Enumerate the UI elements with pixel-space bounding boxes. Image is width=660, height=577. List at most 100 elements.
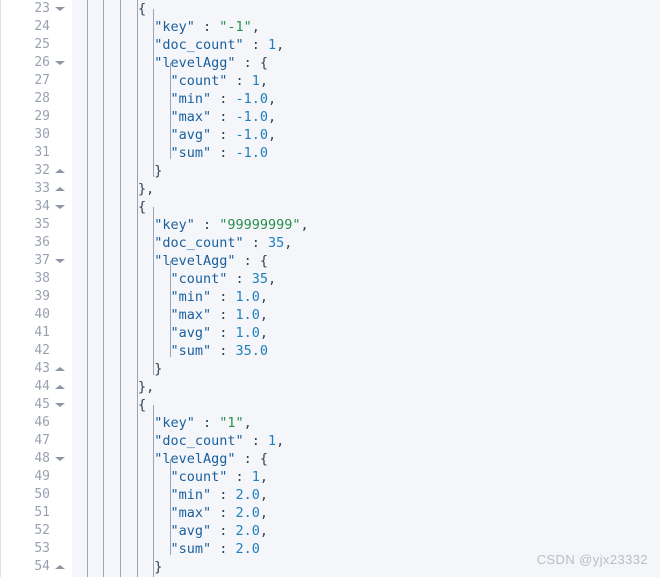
gutter-row[interactable]: 43 [0, 360, 72, 378]
gutter-row[interactable]: 51 [0, 504, 72, 522]
fold-expand-icon-line-54[interactable] [54, 558, 66, 576]
fold-expand-icon-line-33[interactable] [54, 180, 66, 198]
fold-collapse-icon-line-23[interactable] [54, 0, 66, 18]
code-line[interactable]: "min" : -1.0, [72, 90, 660, 108]
gutter-row[interactable]: 37 [0, 252, 72, 270]
code-line[interactable]: } [72, 360, 660, 378]
code-line-text: } [154, 558, 162, 576]
gutter-row[interactable]: 25 [0, 36, 72, 54]
code-line[interactable]: "max" : 2.0, [72, 504, 660, 522]
token-n: 2.0 [235, 523, 260, 539]
code-line[interactable]: }, [72, 180, 660, 198]
gutter-row[interactable]: 41 [0, 324, 72, 342]
code-line[interactable]: { [72, 198, 660, 216]
gutter-row[interactable]: 49 [0, 468, 72, 486]
gutter-row[interactable]: 34 [0, 198, 72, 216]
fold-collapse-icon-line-45[interactable] [54, 396, 66, 414]
code-lines[interactable]: {"key" : "-1", "doc_count" : 1, "levelAgg"… [72, 0, 660, 577]
gutter-row[interactable]: 38 [0, 270, 72, 288]
line-number-52: 52 [34, 523, 50, 538]
code-line[interactable]: "avg" : -1.0, [72, 126, 660, 144]
gutter-row[interactable]: 27 [0, 72, 72, 90]
code-area[interactable]: {"key" : "-1", "doc_count" : 1, "levelAgg"… [72, 0, 660, 577]
gutter-row[interactable]: 30 [0, 126, 72, 144]
gutter-row[interactable]: 23 [0, 0, 72, 18]
fold-collapse-icon-line-37[interactable] [54, 252, 66, 270]
fold-collapse-icon-line-26[interactable] [54, 54, 66, 72]
code-line-text: "min" : 1.0, [170, 288, 268, 306]
token-k: "avg" [170, 523, 212, 539]
line-number-30: 30 [34, 127, 50, 142]
gutter-row[interactable]: 46 [0, 414, 72, 432]
code-line[interactable]: "levelAgg" : { [72, 252, 660, 270]
code-line[interactable]: "key" : "99999999", [72, 216, 660, 234]
code-line[interactable]: "count" : 1, [72, 72, 660, 90]
code-line[interactable]: "min" : 1.0, [72, 288, 660, 306]
fold-expand-icon-line-44[interactable] [54, 378, 66, 396]
editor-gutter[interactable]: 23 24 25 26 27 28 29 30 31 32 33 34 35 36 37 38 39 40 41 42… [0, 0, 72, 577]
token-p: , [251, 19, 260, 35]
gutter-row[interactable]: 29 [0, 108, 72, 126]
gutter-row[interactable]: 24 [0, 18, 72, 36]
code-line[interactable]: "avg" : 2.0, [72, 522, 660, 540]
code-line[interactable]: "avg" : 1.0, [72, 324, 660, 342]
code-line[interactable]: "doc_count" : 35, [72, 234, 660, 252]
token-p: : [227, 271, 252, 287]
token-p: : [211, 127, 236, 143]
gutter-row[interactable]: 44 [0, 378, 72, 396]
code-line[interactable]: } [72, 162, 660, 180]
code-line[interactable]: "key" : "-1", [72, 18, 660, 36]
fold-collapse-icon-line-48[interactable] [54, 450, 66, 468]
gutter-row[interactable]: 40 [0, 306, 72, 324]
code-line[interactable]: "max" : 1.0, [72, 306, 660, 324]
token-k: "max" [170, 505, 212, 521]
fold-expand-icon-line-32[interactable] [54, 162, 66, 180]
json-code-editor[interactable]: {"key" : "-1", "doc_count" : 1, "levelAgg"… [0, 0, 660, 577]
gutter-row[interactable]: 33 [0, 180, 72, 198]
code-line[interactable]: "key" : "1", [72, 414, 660, 432]
gutter-row[interactable]: 31 [0, 144, 72, 162]
token-p: , [284, 235, 293, 251]
gutter-row[interactable]: 26 [0, 54, 72, 72]
code-line[interactable]: "count" : 35, [72, 270, 660, 288]
code-line[interactable]: "doc_count" : 1, [72, 36, 660, 54]
fold-expand-icon-line-43[interactable] [54, 360, 66, 378]
code-line-text: "count" : 1, [170, 468, 268, 486]
gutter-row[interactable]: 50 [0, 486, 72, 504]
gutter-row[interactable]: 47 [0, 432, 72, 450]
token-n: -1.0 [235, 109, 268, 125]
code-line[interactable]: { [72, 0, 660, 18]
token-k: "key" [154, 217, 195, 233]
gutter-row[interactable]: 54 [0, 558, 72, 576]
code-line[interactable]: { [72, 396, 660, 414]
code-line[interactable]: "sum" : 35.0 [72, 342, 660, 360]
token-p: , [259, 307, 268, 323]
token-p: : [194, 415, 220, 431]
code-line[interactable]: "max" : -1.0, [72, 108, 660, 126]
line-number-53: 53 [34, 541, 50, 556]
gutter-row[interactable]: 36 [0, 234, 72, 252]
line-number-25: 25 [34, 37, 50, 52]
code-line[interactable]: "doc_count" : 1, [72, 432, 660, 450]
gutter-row[interactable]: 42 [0, 342, 72, 360]
line-number-42: 42 [34, 343, 50, 358]
code-line[interactable]: "count" : 1, [72, 468, 660, 486]
code-line[interactable]: "min" : 2.0, [72, 486, 660, 504]
fold-collapse-icon-line-34[interactable] [54, 198, 66, 216]
gutter-row[interactable]: 53 [0, 540, 72, 558]
token-n: 1 [267, 37, 277, 53]
gutter-row[interactable]: 48 [0, 450, 72, 468]
gutter-row[interactable]: 39 [0, 288, 72, 306]
gutter-row[interactable]: 32 [0, 162, 72, 180]
code-line-text: }, [138, 180, 154, 198]
gutter-row[interactable]: 45 [0, 396, 72, 414]
gutter-row[interactable]: 52 [0, 522, 72, 540]
code-line[interactable]: "sum" : -1.0 [72, 144, 660, 162]
code-line[interactable]: "levelAgg" : { [72, 54, 660, 72]
code-line[interactable]: }, [72, 378, 660, 396]
gutter-row[interactable]: 35 [0, 216, 72, 234]
token-p: : [211, 307, 236, 323]
token-k: "max" [170, 109, 212, 125]
gutter-row[interactable]: 28 [0, 90, 72, 108]
code-line[interactable]: "levelAgg" : { [72, 450, 660, 468]
